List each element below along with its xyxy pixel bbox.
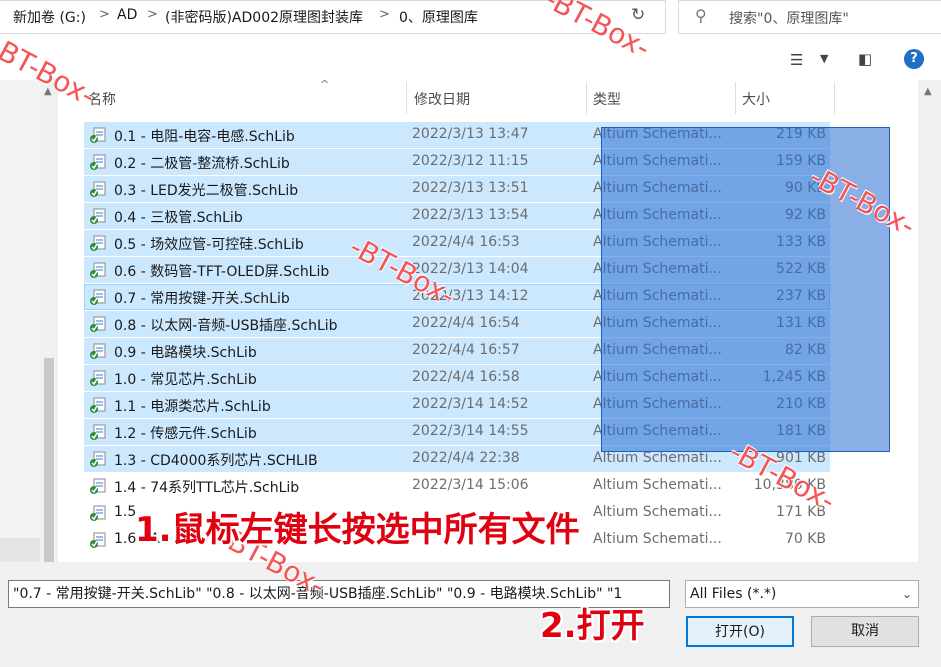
file-date: 2022/3/12 11:15 (412, 153, 529, 169)
file-date: 2022/4/4 16:57 (412, 342, 520, 358)
column-divider[interactable] (406, 82, 407, 114)
file-name: 1.0 - 常见芯片.SchLib (114, 372, 257, 388)
schlib-file-icon (89, 423, 107, 441)
file-name: 1.3 - CD4000系列芯片.SCHLIB (114, 453, 318, 469)
file-name: 0.8 - 以太网-音频-USB插座.SchLib (114, 318, 338, 334)
breadcrumb-separator[interactable]: > (147, 7, 158, 22)
breadcrumb-library[interactable]: (非密码版)AD002原理图封装库 (165, 7, 363, 27)
column-divider[interactable] (586, 82, 587, 114)
search-box[interactable]: ⚲ 搜索"0、原理图库" (678, 0, 941, 34)
breadcrumb-separator[interactable]: > (379, 7, 390, 22)
column-divider[interactable] (735, 82, 736, 114)
schlib-file-icon (89, 288, 107, 306)
file-type: Altium Schemati... (593, 477, 722, 493)
schlib-file-icon (89, 261, 107, 279)
toolbar: ☰ ▼ ◧ (0, 34, 941, 80)
column-header-date[interactable]: 修改日期 (414, 89, 470, 109)
schlib-file-icon (89, 504, 107, 522)
instruction-step-1: 1.鼠标左键长按选中所有文件 (135, 510, 580, 550)
filetype-select[interactable]: All Files (*.*) ⌄ (685, 580, 919, 608)
schlib-file-icon (89, 126, 107, 144)
file-type: Altium Schemati... (593, 504, 722, 520)
file-name: 1.2 - 传感元件.SchLib (114, 426, 257, 442)
scroll-up-icon[interactable]: ▲ (924, 86, 932, 97)
breadcrumb-current[interactable]: 0、原理图库 (399, 7, 478, 27)
file-date: 2022/3/14 14:55 (412, 423, 529, 439)
schlib-file-icon (89, 396, 107, 414)
help-button[interactable]: ? (904, 49, 924, 69)
dialog-footer: "0.7 - 常用按键-开关.SchLib" "0.8 - 以太网-音频-USB… (0, 562, 941, 667)
schlib-file-icon (89, 207, 107, 225)
file-name: 0.2 - 二极管-整流桥.SchLib (114, 156, 290, 172)
view-options-dropdown-icon[interactable]: ▼ (820, 52, 828, 65)
schlib-file-icon (89, 315, 107, 333)
file-name: 0.3 - LED发光二极管.SchLib (114, 183, 299, 199)
search-input[interactable]: 搜索"0、原理图库" (729, 8, 849, 28)
breadcrumb-drive[interactable]: 新加卷 (G:) (13, 7, 86, 27)
file-date: 2022/3/13 13:51 (412, 180, 529, 196)
file-name: 0.6 - 数码管-TFT-OLED屏.SchLib (114, 264, 330, 280)
file-date: 2022/3/14 15:06 (412, 477, 529, 493)
file-name: 0.9 - 电路模块.SchLib (114, 345, 257, 361)
column-header-size[interactable]: 大小 (742, 89, 770, 109)
refresh-icon[interactable]: ↻ (631, 5, 645, 25)
file-row[interactable]: 1.4 - 74系列TTL芯片.SchLib 2022/3/14 15:06 Alt… (84, 473, 830, 499)
filetype-value: All Files (*.*) (690, 586, 777, 602)
file-name: 0.7 - 常用按键-开关.SchLib (114, 291, 290, 307)
schlib-file-icon (89, 180, 107, 198)
search-icon: ⚲ (695, 6, 707, 25)
preview-pane-icon[interactable]: ◧ (858, 50, 872, 68)
breadcrumb-separator[interactable]: > (99, 7, 110, 22)
file-name: 1.1 - 电源类芯片.SchLib (114, 399, 271, 415)
file-date: 2022/3/14 14:52 (412, 396, 529, 412)
column-header-type[interactable]: 类型 (593, 89, 621, 109)
file-date: 2022/3/13 13:47 (412, 126, 529, 142)
file-name: 0.4 - 三极管.SchLib (114, 210, 243, 226)
file-type: Altium Schemati... (593, 450, 722, 466)
file-date: 2022/4/4 16:54 (412, 315, 520, 331)
file-name: 1.5 (114, 504, 137, 520)
navigation-selected-item[interactable] (0, 538, 40, 562)
schlib-file-icon (89, 477, 107, 495)
schlib-file-icon (89, 153, 107, 171)
cancel-button[interactable]: 取消 (811, 616, 919, 647)
sort-ascending-icon: ^ (320, 78, 330, 91)
schlib-file-icon (89, 450, 107, 468)
breadcrumb-ad[interactable]: AD (117, 7, 137, 23)
schlib-file-icon (89, 342, 107, 360)
file-name: 0.5 - 场效应管-可控硅.SchLib (114, 237, 304, 253)
open-button[interactable]: 打开(O) (686, 616, 794, 647)
file-date: 2022/4/4 16:58 (412, 369, 520, 385)
file-name: 0.1 - 电阻-电容-电感.SchLib (114, 129, 295, 145)
navigation-scrollbar[interactable]: ▲ (40, 80, 58, 568)
file-date: 2022/3/13 13:54 (412, 207, 529, 223)
file-size: 70 KB (784, 531, 826, 547)
file-name: 1.4 - 74系列TTL芯片.SchLib (114, 480, 300, 496)
chevron-down-icon[interactable]: ⌄ (902, 581, 912, 607)
file-date: 2022/4/4 22:38 (412, 450, 520, 466)
instruction-step-2: 2.打开 (540, 606, 645, 646)
navigation-scrollbar-thumb[interactable] (44, 358, 54, 568)
view-options-icon[interactable]: ☰ (790, 51, 803, 69)
schlib-file-icon (89, 369, 107, 387)
file-type: Altium Schemati... (593, 531, 722, 547)
schlib-file-icon (89, 234, 107, 252)
column-divider[interactable] (834, 82, 835, 114)
file-date: 2022/4/4 16:53 (412, 234, 520, 250)
schlib-file-icon (89, 531, 107, 549)
file-list-scrollbar[interactable]: ▲ (918, 80, 941, 562)
column-headers: ^ 名称 修改日期 类型 大小 (84, 78, 836, 114)
